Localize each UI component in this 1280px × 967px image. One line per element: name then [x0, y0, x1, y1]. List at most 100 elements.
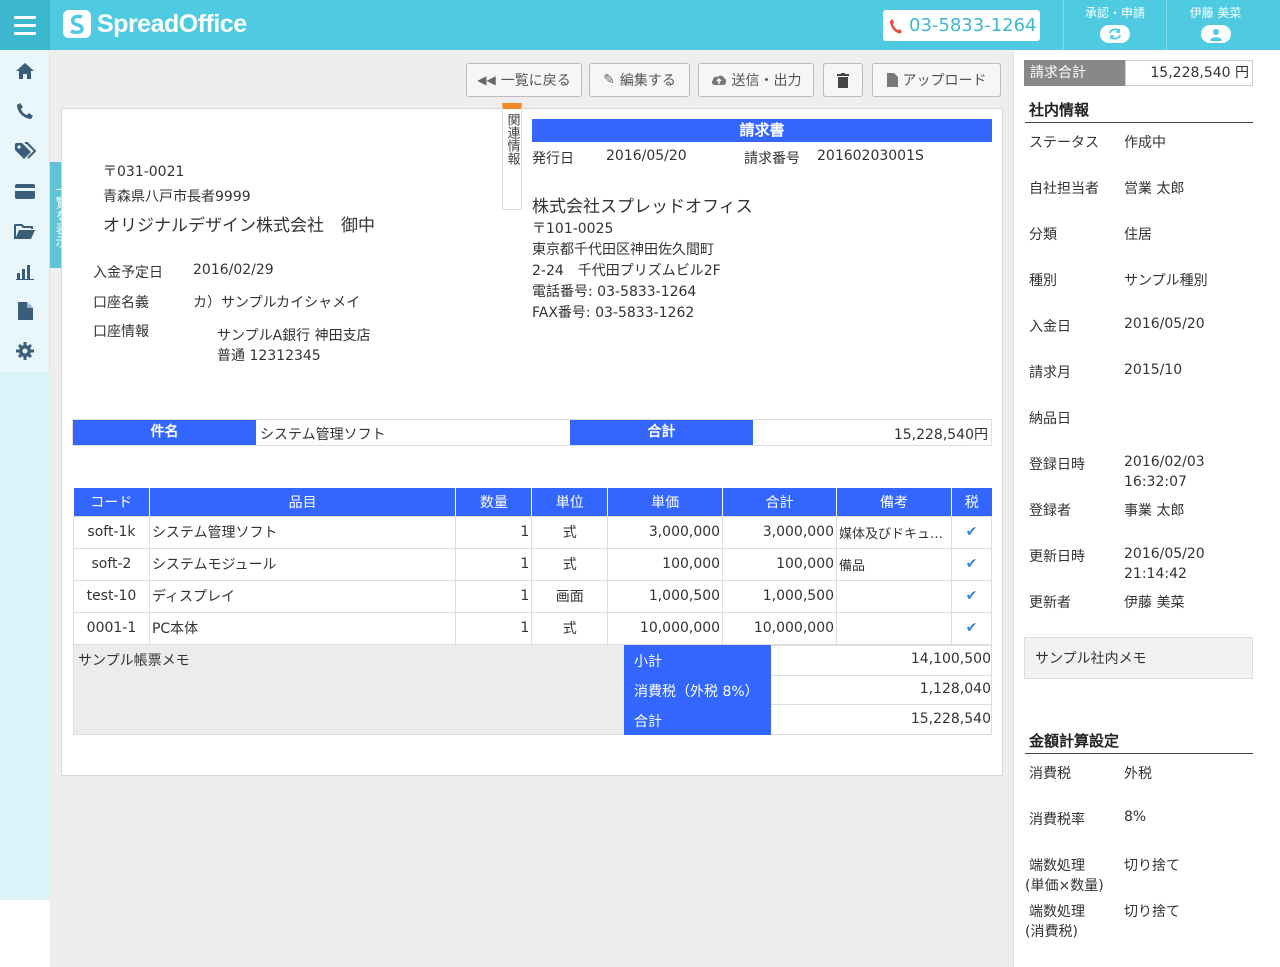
user-menu[interactable]: 伊藤 美菜: [1166, 0, 1264, 50]
field-value-time: 16:32:07: [1124, 474, 1187, 490]
sidebar-bottom: [0, 900, 50, 967]
payment-date-label: 入金予定日: [93, 265, 163, 281]
approval-label: 承認・申請: [1084, 6, 1145, 20]
cell-item: システムモジュール: [148, 547, 457, 581]
field-value: 住居: [1124, 227, 1152, 243]
issue-date: 2016/05/20: [606, 148, 687, 164]
cell-qty: 1: [455, 515, 533, 549]
cell-note: 媒体及びドキュ…: [836, 515, 952, 549]
folder-icon[interactable]: [13, 219, 37, 243]
field-label: 種別: [1029, 273, 1057, 289]
recipient-name: オリジナルデザイン株式会社 御中: [103, 216, 375, 236]
cell-unit: 式: [531, 611, 609, 645]
field-value: 伊藤 美菜: [1124, 595, 1185, 611]
sender-address-2: 2-24 千代田プリズムビル2F: [532, 263, 721, 279]
calc-value: 外税: [1124, 766, 1152, 782]
total-value: 15,228,540円: [893, 427, 988, 443]
recipient-address: 青森県八戸市長者9999: [103, 189, 251, 205]
double-left-icon: ◀◀: [477, 73, 496, 87]
cell-price: 10,000,000: [607, 611, 724, 645]
cell-code: soft-1k: [73, 515, 150, 549]
brand-logo[interactable]: SpreadOffice: [62, 9, 247, 39]
internal-memo: サンプル社内メモ: [1024, 637, 1253, 679]
invoice-total-value: 15,228,540 円: [1125, 60, 1253, 86]
cell-code: test-10: [73, 579, 150, 613]
cell-qty: 1: [455, 547, 533, 581]
column-header: コード: [73, 488, 150, 516]
file-icon: [886, 73, 898, 87]
tax-check-icon: ✔: [951, 515, 992, 549]
column-header: 税: [951, 488, 992, 516]
cell-note: [836, 611, 952, 645]
calc-settings-heading: 金額計算設定: [1025, 730, 1253, 754]
send-label: 送信・出力: [731, 73, 802, 89]
upload-button[interactable]: アップロード: [872, 63, 1001, 97]
field-value: 2016/02/03: [1124, 454, 1205, 470]
menu-icon[interactable]: [0, 0, 50, 50]
field-label: 自社担当者: [1029, 181, 1099, 197]
related-info-tab[interactable]: 関連情報: [502, 103, 522, 210]
account-bank: サンプルA銀行 神田支店: [217, 328, 371, 344]
cell-price: 3,000,000: [607, 515, 724, 549]
field-value-time: 21:14:42: [1124, 566, 1187, 582]
field-label: 登録日時: [1029, 457, 1085, 473]
delete-button[interactable]: [823, 63, 863, 97]
field-label: 入金日: [1029, 319, 1071, 335]
invoice-title: 請求書: [532, 119, 992, 142]
column-header: 備考: [836, 488, 952, 516]
approval-button[interactable]: 承認・申請: [1063, 0, 1166, 50]
top-bar: SpreadOffice 03-5833-1264 承認・申請 伊藤 美菜: [0, 0, 1280, 50]
subject-value: システム管理ソフト: [260, 427, 386, 443]
cell-unit: 式: [531, 515, 609, 549]
phone-icon[interactable]: [13, 99, 37, 123]
invoice-total-label: 請求合計: [1024, 60, 1125, 86]
column-header: 合計: [722, 488, 837, 516]
back-to-list-button[interactable]: ◀◀ 一覧に戻る: [466, 63, 582, 97]
subtotal-value: 14,100,500: [910, 651, 991, 667]
calc-value: 8%: [1124, 809, 1147, 825]
tax-check-icon: ✔: [951, 579, 992, 613]
cell-note: [836, 579, 952, 613]
sender-fax: FAX番号: 03-5833-1262: [532, 305, 695, 321]
cell-amount: 100,000: [722, 547, 838, 581]
field-label: 更新者: [1029, 595, 1071, 611]
left-sidebar: [0, 50, 50, 900]
calc-value: 切り捨て: [1124, 858, 1180, 874]
column-header: 単価: [607, 488, 723, 516]
cloud-upload-icon: [711, 75, 726, 85]
cell-code: soft-2: [73, 547, 150, 581]
cell-item: システム管理ソフト: [148, 515, 457, 549]
home-icon[interactable]: [13, 59, 37, 83]
pencil-icon: ✎: [603, 72, 615, 88]
sender-address-1: 東京都千代田区神田佐久間町: [532, 242, 714, 258]
field-value: 2016/05/20: [1124, 316, 1205, 332]
column-header: 品目: [148, 488, 456, 516]
grand-total-label: 合計: [634, 714, 662, 730]
file-icon[interactable]: [13, 299, 37, 323]
invoice-number-label: 請求番号: [744, 151, 800, 167]
tax-check-icon: ✔: [951, 611, 992, 645]
field-value: 営業 太郎: [1124, 181, 1185, 197]
tax-value: 1,128,040: [919, 681, 991, 697]
subject-label: 件名: [73, 420, 256, 445]
table-row: soft-2 システムモジュール 1 式 100,000 100,000 備品 …: [73, 547, 992, 581]
phone-number-box[interactable]: 03-5833-1264: [883, 10, 1040, 41]
gear-icon[interactable]: [13, 339, 37, 363]
account-name: カ）サンプルカイシャメイ: [193, 295, 361, 311]
chart-icon[interactable]: [13, 259, 37, 283]
card-icon[interactable]: [13, 179, 37, 203]
field-label: 納品日: [1029, 411, 1071, 427]
send-output-button[interactable]: 送信・出力: [698, 63, 814, 97]
calc-label: 消費税: [1029, 766, 1071, 782]
cell-qty: 1: [455, 611, 533, 645]
phone-icon: [890, 18, 902, 33]
column-header: 数量: [455, 488, 532, 516]
trash-icon: [837, 72, 849, 88]
phone-number: 03-5833-1264: [909, 15, 1037, 36]
back-label: 一覧に戻る: [500, 73, 571, 89]
refresh-icon: [1100, 25, 1130, 43]
calc-label-sub: (消費税): [1025, 924, 1078, 940]
edit-button[interactable]: ✎ 編集する: [589, 63, 690, 97]
cell-price: 100,000: [607, 547, 724, 581]
tags-icon[interactable]: [13, 139, 37, 163]
